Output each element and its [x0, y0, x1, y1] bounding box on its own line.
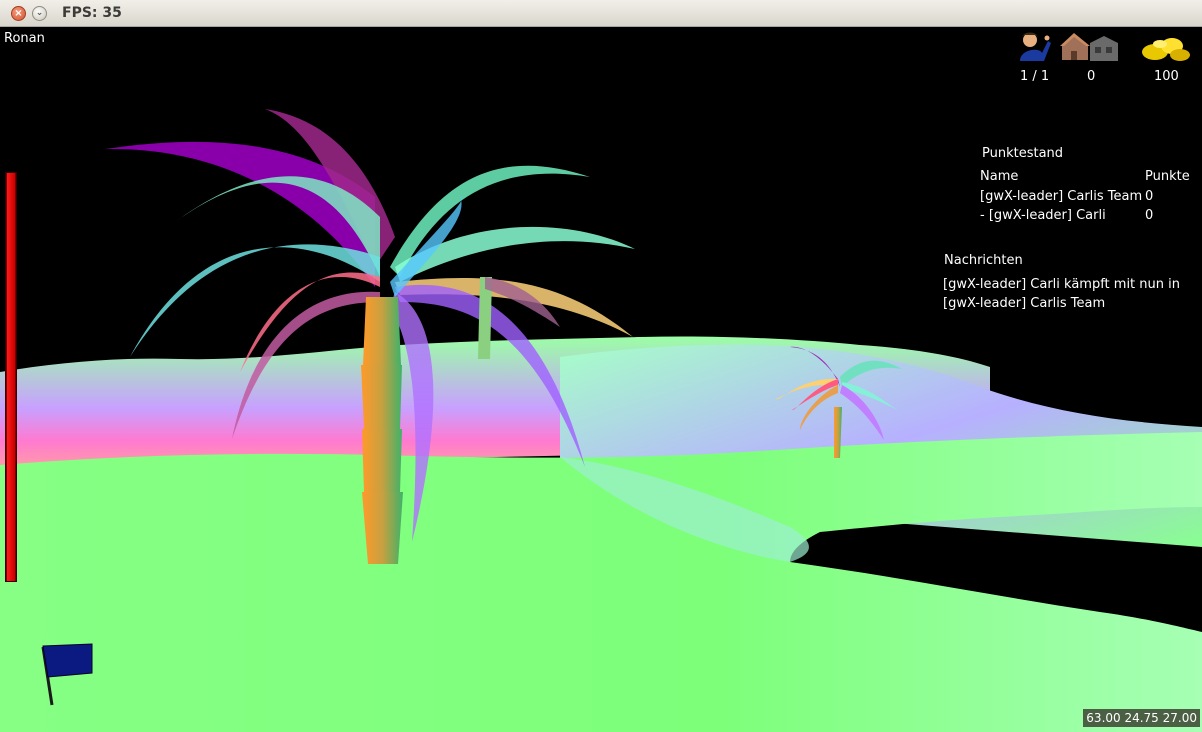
scoreboard-title: Punktestand — [982, 146, 1064, 161]
terrain-scene — [0, 32, 1202, 732]
gold-coins-icon — [1142, 38, 1190, 61]
close-window-icon[interactable]: × — [11, 6, 26, 21]
palm-trunk — [362, 492, 403, 564]
flag-cloth — [42, 643, 93, 678]
coordinates-readout: 63.00 24.75 27.00 — [1083, 709, 1200, 727]
units-count: 1 / 1 — [1020, 69, 1050, 84]
gold-count: 100 — [1154, 69, 1179, 84]
message-line: [gwX-leader] Carlis Team — [943, 296, 1106, 311]
window-titlebar: × ⌄ FPS: 35 — [0, 0, 1202, 27]
palm-trunk — [361, 365, 402, 429]
message-line: [gwX-leader] Carli kämpft mit nun in — [943, 277, 1180, 292]
scoreboard-row-name: - [gwX-leader] Carli — [980, 208, 1106, 223]
health-bar-fill — [7, 173, 15, 581]
scoreboard-row-points: 0 — [1145, 189, 1154, 204]
scoreboard-row-points: 0 — [1145, 208, 1154, 223]
worker-icon — [1020, 32, 1051, 61]
messages-title: Nachrichten — [944, 253, 1023, 268]
health-bar — [5, 172, 17, 582]
scoreboard-row-name: [gwX-leader] Carlis Team — [980, 189, 1143, 204]
scoreboard-header-points: Punkte — [1145, 169, 1190, 184]
window-title: FPS: 35 — [62, 5, 122, 21]
window-menu-icon[interactable]: ⌄ — [32, 6, 47, 21]
buildings-count: 0 — [1087, 69, 1096, 84]
scoreboard-header-name: Name — [980, 169, 1019, 184]
palm-trunk — [363, 297, 401, 365]
game-viewport[interactable]: Ronan 1 / 1 0 100 Punktestand Name Punkt… — [0, 27, 1202, 732]
palm-trunk — [362, 429, 402, 492]
player-name: Ronan — [4, 31, 45, 46]
houses-icon — [1060, 33, 1118, 61]
